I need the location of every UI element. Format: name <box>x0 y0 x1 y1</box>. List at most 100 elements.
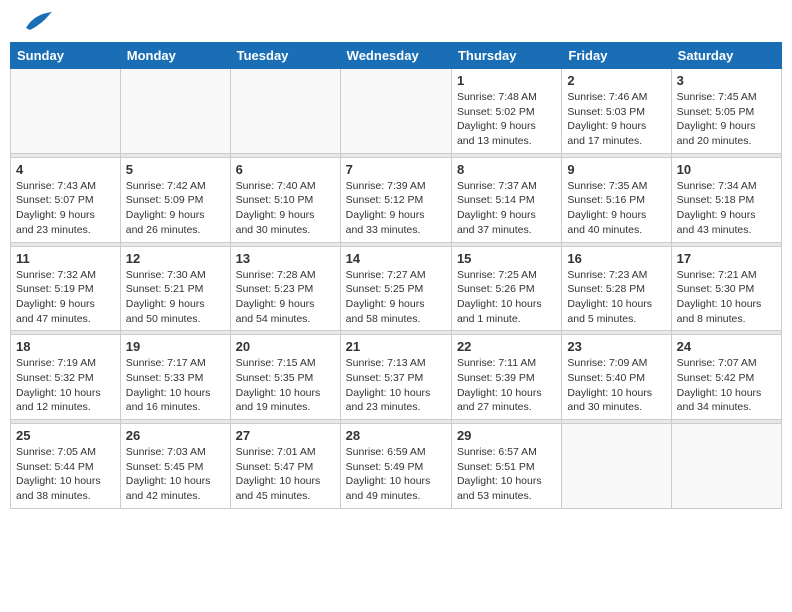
day-info: Sunrise: 7:01 AM Sunset: 5:47 PM Dayligh… <box>236 445 335 504</box>
day-info: Sunrise: 7:43 AM Sunset: 5:07 PM Dayligh… <box>16 179 115 238</box>
day-info: Sunrise: 7:30 AM Sunset: 5:21 PM Dayligh… <box>126 268 225 327</box>
calendar-week-2: 4 Sunrise: 7:43 AM Sunset: 5:07 PM Daylig… <box>11 157 782 242</box>
day-number: 5 <box>126 162 225 177</box>
table-row: 12Sunrise: 7:30 AM Sunset: 5:21 PM Dayli… <box>120 246 230 331</box>
day-info: Sunrise: 6:57 AM Sunset: 5:51 PM Dayligh… <box>457 445 556 504</box>
day-info: Sunrise: 7:19 AM Sunset: 5:32 PM Dayligh… <box>16 356 115 415</box>
day-number: 4 <box>16 162 115 177</box>
table-row: 17Sunrise: 7:21 AM Sunset: 5:30 PM Dayli… <box>671 246 781 331</box>
day-number: 19 <box>126 339 225 354</box>
page-header <box>10 10 782 34</box>
day-header-sunday: Sunday <box>11 43 121 69</box>
day-info: Sunrise: 7:32 AM Sunset: 5:19 PM Dayligh… <box>16 268 115 327</box>
day-header-wednesday: Wednesday <box>340 43 451 69</box>
day-info: Sunrise: 7:34 AM Sunset: 5:18 PM Dayligh… <box>677 179 776 238</box>
table-row: 20 Sunrise: 7:15 AM Sunset: 5:35 PM Dayli… <box>230 335 340 420</box>
day-number: 29 <box>457 428 556 443</box>
table-row <box>120 69 230 154</box>
day-info: Sunrise: 7:09 AM Sunset: 5:40 PM Dayligh… <box>567 356 665 415</box>
day-number: 1 <box>457 73 556 88</box>
day-number: 11 <box>16 251 115 266</box>
day-number: 9 <box>567 162 665 177</box>
table-row: 2 Sunrise: 7:46 AM Sunset: 5:03 PM Daylig… <box>562 69 671 154</box>
table-row: 9 Sunrise: 7:35 AM Sunset: 5:16 PM Daylig… <box>562 157 671 242</box>
table-row: 10 Sunrise: 7:34 AM Sunset: 5:18 PM Dayli… <box>671 157 781 242</box>
day-info: Sunrise: 7:11 AM Sunset: 5:39 PM Dayligh… <box>457 356 556 415</box>
table-row: 19 Sunrise: 7:17 AM Sunset: 5:33 PM Dayli… <box>120 335 230 420</box>
day-info: Sunrise: 7:37 AM Sunset: 5:14 PM Dayligh… <box>457 179 556 238</box>
table-row <box>11 69 121 154</box>
table-row <box>340 69 451 154</box>
day-header-saturday: Saturday <box>671 43 781 69</box>
table-row: 1 Sunrise: 7:48 AM Sunset: 5:02 PM Daylig… <box>451 69 561 154</box>
day-header-thursday: Thursday <box>451 43 561 69</box>
table-row: 26 Sunrise: 7:03 AM Sunset: 5:45 PM Dayli… <box>120 424 230 509</box>
table-row <box>562 424 671 509</box>
day-number: 15 <box>457 251 556 266</box>
day-info: Sunrise: 6:59 AM Sunset: 5:49 PM Dayligh… <box>346 445 446 504</box>
day-info: Sunrise: 7:17 AM Sunset: 5:33 PM Dayligh… <box>126 356 225 415</box>
day-header-monday: Monday <box>120 43 230 69</box>
day-info: Sunrise: 7:28 AM Sunset: 5:23 PM Dayligh… <box>236 268 335 327</box>
calendar-week-5: 25 Sunrise: 7:05 AM Sunset: 5:44 PM Dayli… <box>11 424 782 509</box>
day-number: 28 <box>346 428 446 443</box>
calendar-week-4: 18 Sunrise: 7:19 AM Sunset: 5:32 PM Dayli… <box>11 335 782 420</box>
table-row: 13 Sunrise: 7:28 AM Sunset: 5:23 PM Dayli… <box>230 246 340 331</box>
table-row: 29 Sunrise: 6:57 AM Sunset: 5:51 PM Dayli… <box>451 424 561 509</box>
table-row: 16 Sunrise: 7:23 AM Sunset: 5:28 PM Dayli… <box>562 246 671 331</box>
day-number: 22 <box>457 339 556 354</box>
day-number: 16 <box>567 251 665 266</box>
table-row: 4 Sunrise: 7:43 AM Sunset: 5:07 PM Daylig… <box>11 157 121 242</box>
day-info: Sunrise: 7:13 AM Sunset: 5:37 PM Dayligh… <box>346 356 446 415</box>
calendar-table: SundayMondayTuesdayWednesdayThursdayFrid… <box>10 42 782 509</box>
table-row: 28 Sunrise: 6:59 AM Sunset: 5:49 PM Dayli… <box>340 424 451 509</box>
table-row <box>230 69 340 154</box>
table-row: 6Sunrise: 7:40 AM Sunset: 5:10 PM Daylig… <box>230 157 340 242</box>
day-info: Sunrise: 7:42 AM Sunset: 5:09 PM Dayligh… <box>126 179 225 238</box>
calendar-week-1: 1 Sunrise: 7:48 AM Sunset: 5:02 PM Daylig… <box>11 69 782 154</box>
day-number: 25 <box>16 428 115 443</box>
table-row: 8 Sunrise: 7:37 AM Sunset: 5:14 PM Daylig… <box>451 157 561 242</box>
day-number: 13 <box>236 251 335 266</box>
day-info: Sunrise: 7:15 AM Sunset: 5:35 PM Dayligh… <box>236 356 335 415</box>
table-row: 24Sunrise: 7:07 AM Sunset: 5:42 PM Dayli… <box>671 335 781 420</box>
day-number: 3 <box>677 73 776 88</box>
day-number: 26 <box>126 428 225 443</box>
day-info: Sunrise: 7:27 AM Sunset: 5:25 PM Dayligh… <box>346 268 446 327</box>
table-row: 7 Sunrise: 7:39 AM Sunset: 5:12 PM Daylig… <box>340 157 451 242</box>
day-number: 14 <box>346 251 446 266</box>
table-row: 22 Sunrise: 7:11 AM Sunset: 5:39 PM Dayli… <box>451 335 561 420</box>
day-number: 18 <box>16 339 115 354</box>
day-info: Sunrise: 7:07 AM Sunset: 5:42 PM Dayligh… <box>677 356 776 415</box>
day-info: Sunrise: 7:05 AM Sunset: 5:44 PM Dayligh… <box>16 445 115 504</box>
day-number: 7 <box>346 162 446 177</box>
calendar-week-3: 11 Sunrise: 7:32 AM Sunset: 5:19 PM Dayli… <box>11 246 782 331</box>
day-info: Sunrise: 7:21 AM Sunset: 5:30 PM Dayligh… <box>677 268 776 327</box>
day-info: Sunrise: 7:39 AM Sunset: 5:12 PM Dayligh… <box>346 179 446 238</box>
logo <box>14 10 52 34</box>
day-number: 23 <box>567 339 665 354</box>
day-number: 2 <box>567 73 665 88</box>
day-info: Sunrise: 7:23 AM Sunset: 5:28 PM Dayligh… <box>567 268 665 327</box>
table-row: 11 Sunrise: 7:32 AM Sunset: 5:19 PM Dayli… <box>11 246 121 331</box>
table-row: 18 Sunrise: 7:19 AM Sunset: 5:32 PM Dayli… <box>11 335 121 420</box>
day-number: 8 <box>457 162 556 177</box>
day-info: Sunrise: 7:40 AM Sunset: 5:10 PM Dayligh… <box>236 179 335 238</box>
table-row: 25 Sunrise: 7:05 AM Sunset: 5:44 PM Dayli… <box>11 424 121 509</box>
day-info: Sunrise: 7:35 AM Sunset: 5:16 PM Dayligh… <box>567 179 665 238</box>
day-info: Sunrise: 7:46 AM Sunset: 5:03 PM Dayligh… <box>567 90 665 149</box>
day-number: 20 <box>236 339 335 354</box>
day-info: Sunrise: 7:25 AM Sunset: 5:26 PM Dayligh… <box>457 268 556 327</box>
day-info: Sunrise: 7:48 AM Sunset: 5:02 PM Dayligh… <box>457 90 556 149</box>
day-info: Sunrise: 7:03 AM Sunset: 5:45 PM Dayligh… <box>126 445 225 504</box>
table-row: 27Sunrise: 7:01 AM Sunset: 5:47 PM Dayli… <box>230 424 340 509</box>
day-number: 10 <box>677 162 776 177</box>
day-info: Sunrise: 7:45 AM Sunset: 5:05 PM Dayligh… <box>677 90 776 149</box>
table-row: 21 Sunrise: 7:13 AM Sunset: 5:37 PM Dayli… <box>340 335 451 420</box>
calendar-header-row: SundayMondayTuesdayWednesdayThursdayFrid… <box>11 43 782 69</box>
table-row: 14 Sunrise: 7:27 AM Sunset: 5:25 PM Dayli… <box>340 246 451 331</box>
logo-bird-icon <box>16 10 52 34</box>
table-row: 15 Sunrise: 7:25 AM Sunset: 5:26 PM Dayli… <box>451 246 561 331</box>
day-number: 21 <box>346 339 446 354</box>
day-header-tuesday: Tuesday <box>230 43 340 69</box>
